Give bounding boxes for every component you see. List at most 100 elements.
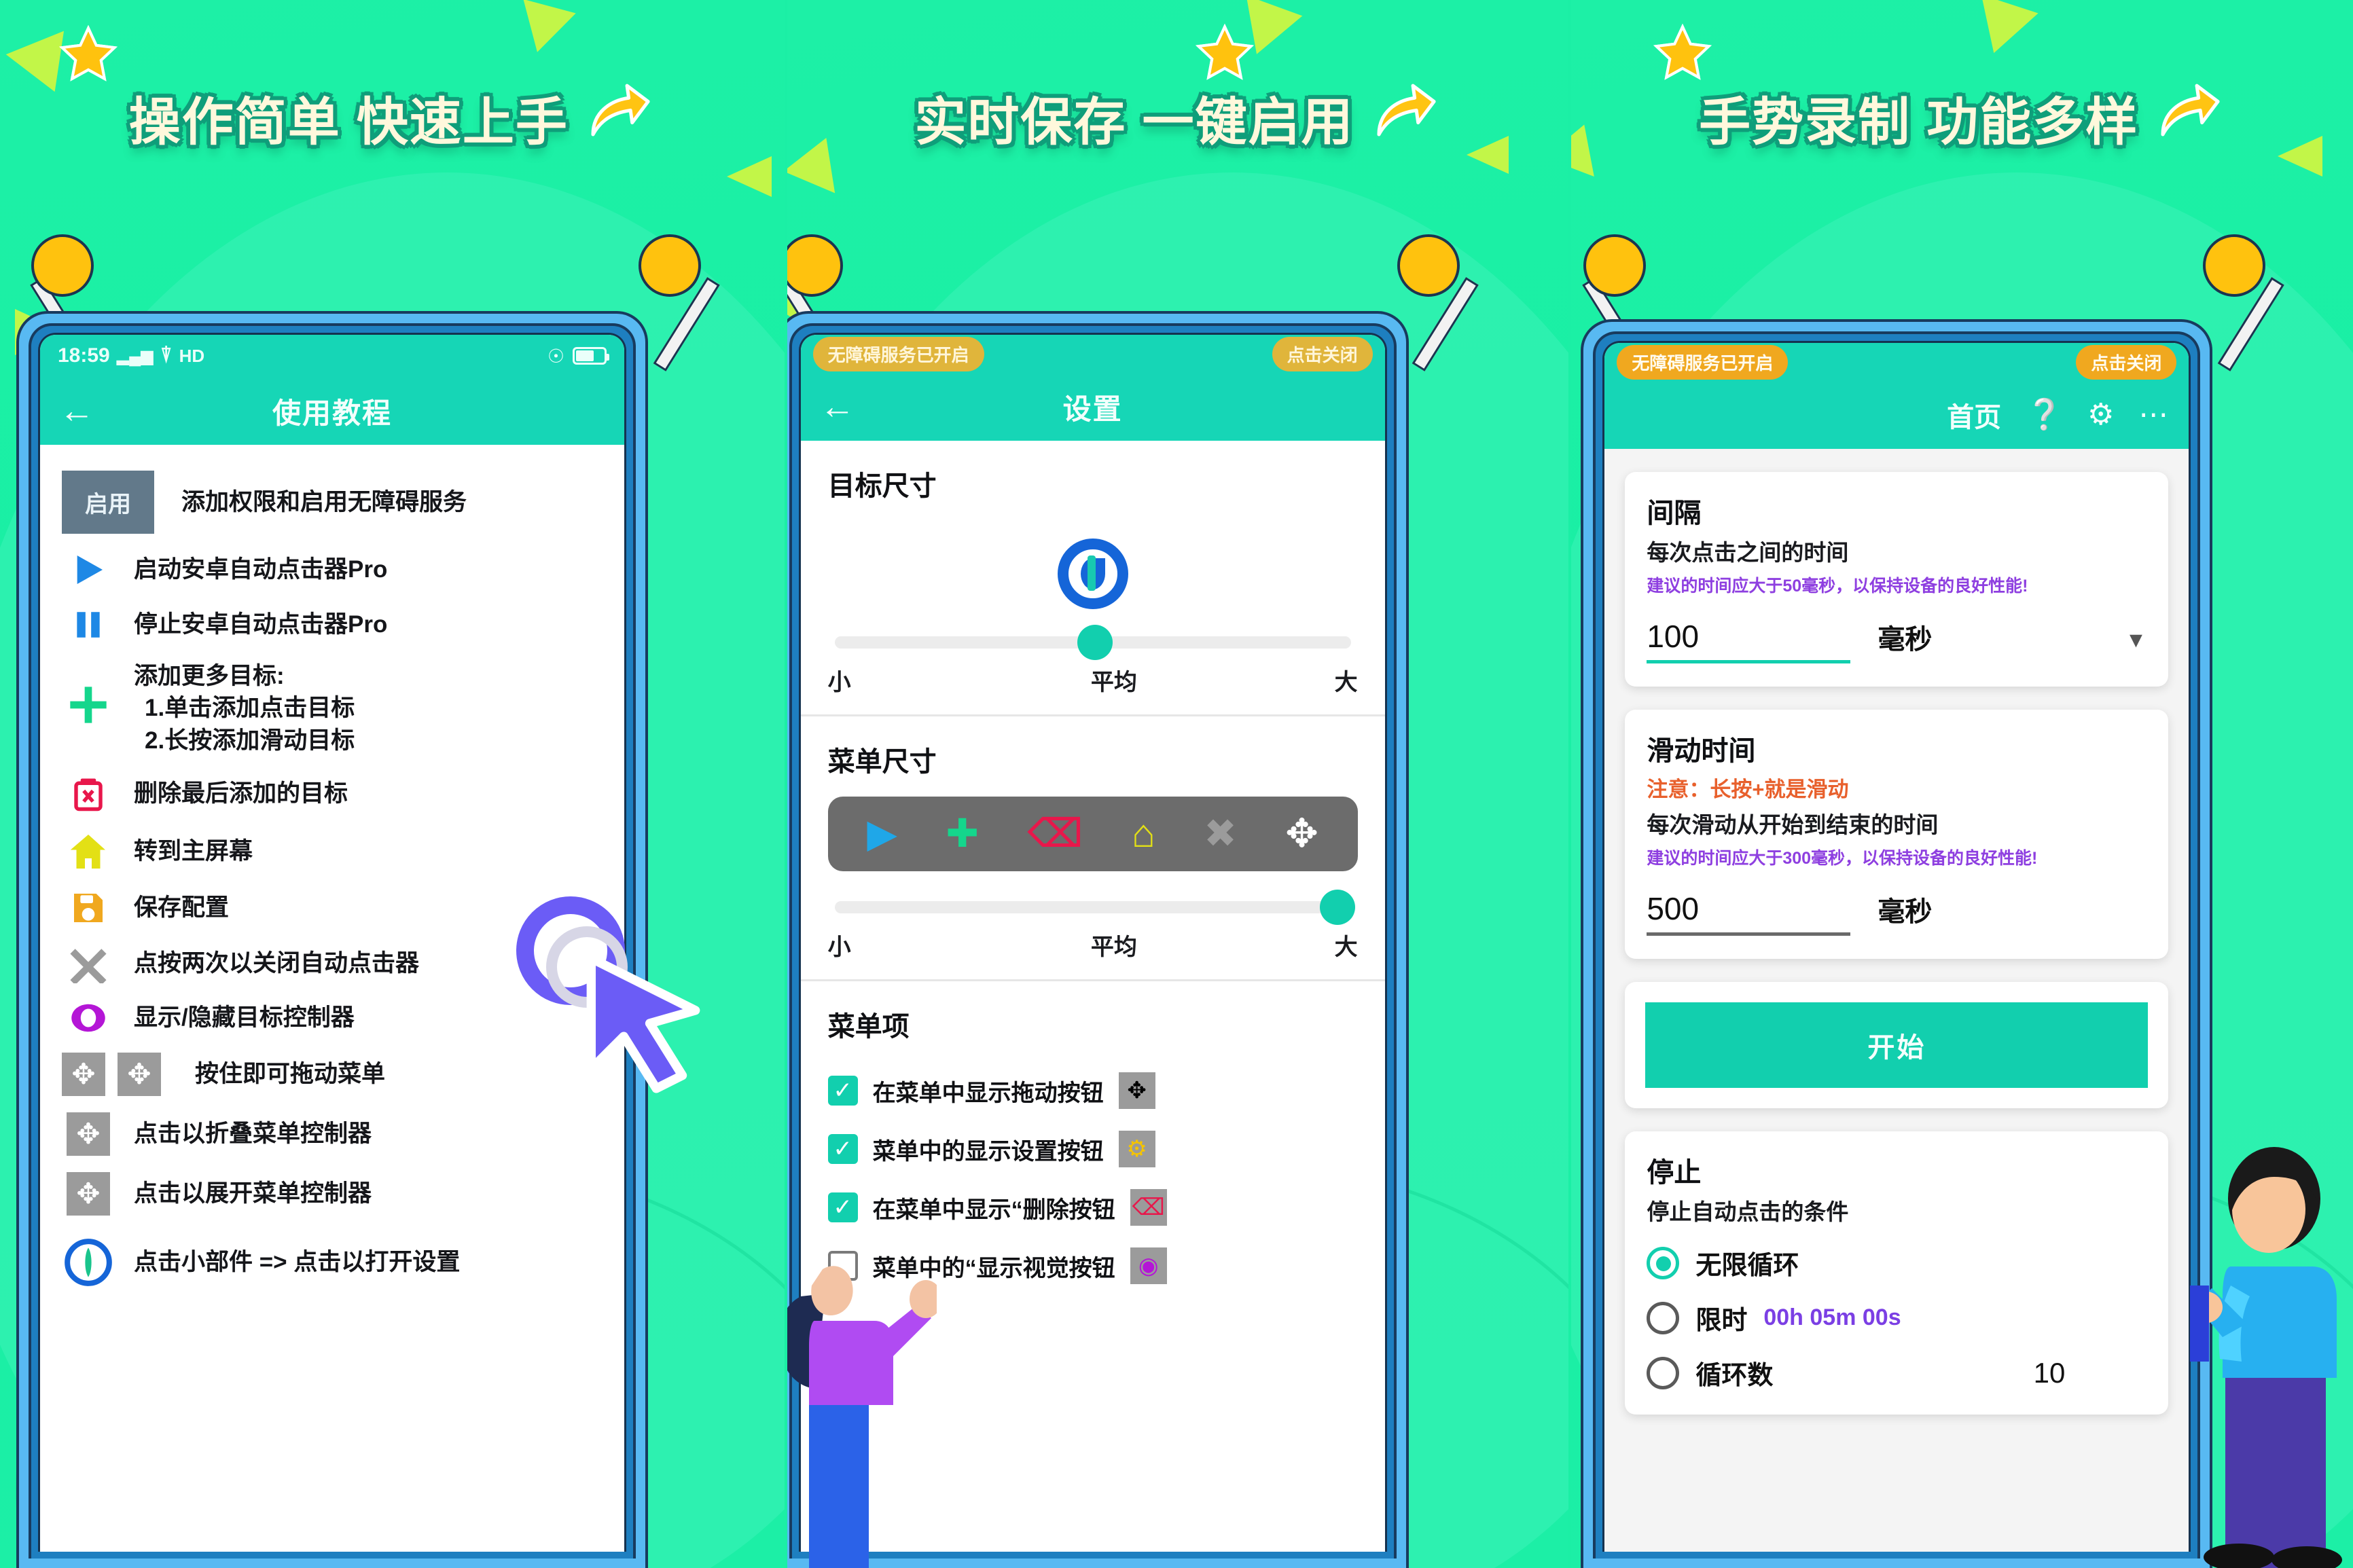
tab-home[interactable]: 首页 (1947, 395, 2001, 435)
plus-icon (62, 683, 115, 727)
page-title: 设置 (1062, 393, 1123, 425)
tutorial-row-label: 删除最后添加的目标 (134, 780, 348, 807)
interval-input[interactable]: 100 (1647, 618, 1851, 663)
radio-label: 无限循环 (1695, 1252, 1799, 1280)
close-service-button[interactable]: 点击关闭 (1272, 336, 1373, 371)
tutorial-row-label: 启动安卓自动点击器Pro (134, 556, 388, 583)
table-row: 删除最后添加的目标 (40, 765, 624, 823)
slider-label-mid: 平均 (1090, 670, 1137, 695)
table-row: 停止安卓自动点击器Pro (40, 598, 624, 652)
page-title: 使用教程 (272, 397, 392, 429)
table-row: 添加更多目标: 1.单击添加点击目标 2.长按添加滑动目标 (40, 652, 624, 765)
panel-headline: 实时保存 一键启用 (787, 80, 1569, 155)
curved-arrow-icon (591, 84, 650, 136)
target-size-section: 目标尺寸 小 平均 大 (800, 441, 1385, 716)
gear-icon: ⚙ (1118, 1131, 1155, 1167)
slider-label-max: 大 (1334, 934, 1358, 960)
gear-icon[interactable]: ⚙ (2087, 400, 2114, 430)
tutorial-row-label: 停止安卓自动点击器Pro (134, 611, 388, 638)
checkbox-settings-button[interactable]: ✓ (827, 1134, 858, 1164)
checkbox-drag-button[interactable]: ✓ (827, 1076, 858, 1106)
tutorial-row-label: 点按两次以关闭自动点击器 (134, 950, 420, 977)
tutorial-sub-line: 1.单击添加点击目标 (145, 695, 355, 722)
accessibility-status-row: 无障碍服务已开启 点击关闭 (1604, 343, 2189, 381)
tutorial-row-label: 点击以展开菜单控制器 (134, 1180, 372, 1207)
radio-time-limit[interactable]: 限时 00h 05m 00s (1647, 1299, 2147, 1336)
card-warning: 注意：长按+就是滑动 (1647, 778, 1849, 801)
tutorial-row-enable: 启用 添加权限和启用无障碍服务 (40, 462, 624, 542)
radio-value[interactable]: 00h 05m 00s (1763, 1305, 1901, 1331)
card-title: 间隔 (1647, 498, 1702, 528)
card-subtitle: 每次滑动从开始到结束的时间 (1647, 812, 1939, 837)
slider-label-min: 小 (827, 934, 851, 960)
tutorial-row-label: 按住即可拖动菜单 (195, 1061, 386, 1088)
collapse-expand-icon: ✥ ✥ (62, 1052, 176, 1096)
start-button[interactable]: 开始 (1645, 1002, 2149, 1088)
chevron-down-icon[interactable]: ▼ (2125, 627, 2147, 663)
star-icon (58, 24, 118, 81)
app-bar: ← 设置 (800, 373, 1385, 441)
save-disk-icon (62, 888, 115, 928)
radio-infinite-loop[interactable]: 无限循环 (1647, 1244, 2147, 1281)
interval-unit: 毫秒 (1878, 625, 1933, 655)
panel-headline: 手势录制 功能多样 (1571, 80, 2353, 155)
more-dots-icon[interactable]: ⋯ (2138, 400, 2168, 430)
collapse-icon: ✥ (62, 1052, 105, 1096)
play-icon[interactable]: ▶ (867, 814, 897, 854)
interval-value: 100 (1647, 619, 1700, 654)
list-item-label: 在菜单中显示拖动按钮 (872, 1080, 1104, 1106)
phone-screen-3: 无障碍服务已开启 点击关闭 首页 ❔ ⚙ ⋯ 间隔 每次点击之间的时间 建议的时… (1602, 341, 2191, 1552)
status-time: 18:59 (58, 344, 110, 367)
app-logo-icon (62, 1237, 115, 1288)
radio-button[interactable] (1647, 1356, 1680, 1389)
star-icon (1653, 23, 1712, 80)
home-icon[interactable]: ⌂ (1132, 814, 1155, 854)
loop-count-value[interactable]: 10 (2034, 1357, 2066, 1389)
headline-text: 手势录制 功能多样 (1699, 94, 2139, 151)
card-title: 停止 (1647, 1158, 1702, 1188)
promo-panel-1: 操作简单 快速上手 18:59 ▂▄▆ ⍒ HD ☉ ← 使用教程 启用 添加权… (0, 0, 785, 1568)
section-heading: 菜单尺寸 (827, 747, 937, 777)
collapse-icon[interactable]: ✥ (1285, 814, 1318, 854)
list-item[interactable]: ✓ 菜单中的显示设置按钮 ⚙ (827, 1120, 1358, 1178)
stop-card: 停止 停止自动点击的条件 无限循环 限时 00h 05m 00s 循环数 10 (1625, 1131, 2169, 1415)
radio-button[interactable] (1647, 1246, 1680, 1279)
menu-size-slider[interactable] (834, 890, 1356, 925)
tutorial-row-label: 点击小部件 => 点击以打开设置 (134, 1249, 461, 1276)
promo-panel-2: 实时保存 一键启用 无障碍服务已开启 点击关闭 ← 设置 目标尺寸 小 平均 大… (784, 0, 1569, 1568)
close-x-icon[interactable]: ✖ (1204, 814, 1237, 854)
swipe-time-input[interactable]: 500 (1647, 890, 1851, 936)
tutorial-list: 启用 添加权限和启用无障碍服务 启动安卓自动点击器Pro 停止安卓自动点击器Pr… (40, 445, 624, 1552)
confetti-triangle (727, 156, 772, 197)
card-title: 滑动时间 (1647, 736, 1756, 766)
eye-visibility-icon: ◉ (1130, 1247, 1167, 1284)
trash-delete-icon[interactable]: ⌫ (1027, 814, 1083, 854)
plus-icon[interactable]: ✚ (946, 814, 979, 854)
accessibility-enabled-badge: 无障碍服务已开启 (1617, 344, 1789, 380)
list-item[interactable]: ✓ 在菜单中显示拖动按钮 ✥ (827, 1061, 1358, 1120)
enable-button[interactable]: 启用 (62, 471, 154, 534)
tutorial-sub-line: 2.长按添加滑动目标 (145, 727, 355, 754)
tutorial-row-label: 显示/隐藏目标控制器 (134, 1004, 355, 1032)
radio-label: 循环数 (1695, 1362, 1774, 1390)
signal-bars-icon: ▂▄▆ (116, 346, 154, 365)
close-x-icon (62, 944, 115, 983)
help-circle-icon[interactable]: ❔ (2026, 400, 2063, 430)
card-hint: 建议的时间应大于50毫秒，以保持设备的良好性能! (1647, 577, 2028, 596)
settings-cards: 间隔 每次点击之间的时间 建议的时间应大于50毫秒，以保持设备的良好性能! 10… (1604, 449, 2189, 1552)
section-heading: 目标尺寸 (827, 471, 937, 501)
radio-button[interactable] (1647, 1301, 1680, 1334)
close-service-button[interactable]: 点击关闭 (2076, 344, 2177, 380)
target-size-slider[interactable] (834, 625, 1351, 660)
swipe-time-card: 滑动时间 注意：长按+就是滑动 每次滑动从开始到结束的时间 建议的时间应大于30… (1625, 710, 2169, 959)
headline-text: 操作简单 快速上手 (128, 94, 569, 151)
home-icon (62, 831, 115, 872)
table-row: 启动安卓自动点击器Pro (40, 542, 624, 598)
trash-delete-icon (62, 773, 115, 815)
tutorial-row-label: 转到主屏幕 (134, 838, 253, 865)
confetti-triangle (511, 0, 576, 60)
radio-loop-count[interactable]: 循环数 10 (1647, 1354, 2147, 1391)
phone-frame-3: 无障碍服务已开启 点击关闭 首页 ❔ ⚙ ⋯ 间隔 每次点击之间的时间 建议的时… (1581, 319, 2213, 1568)
tutorial-row-label: 保存配置 (134, 894, 230, 922)
table-row: 转到主屏幕 (40, 823, 624, 880)
